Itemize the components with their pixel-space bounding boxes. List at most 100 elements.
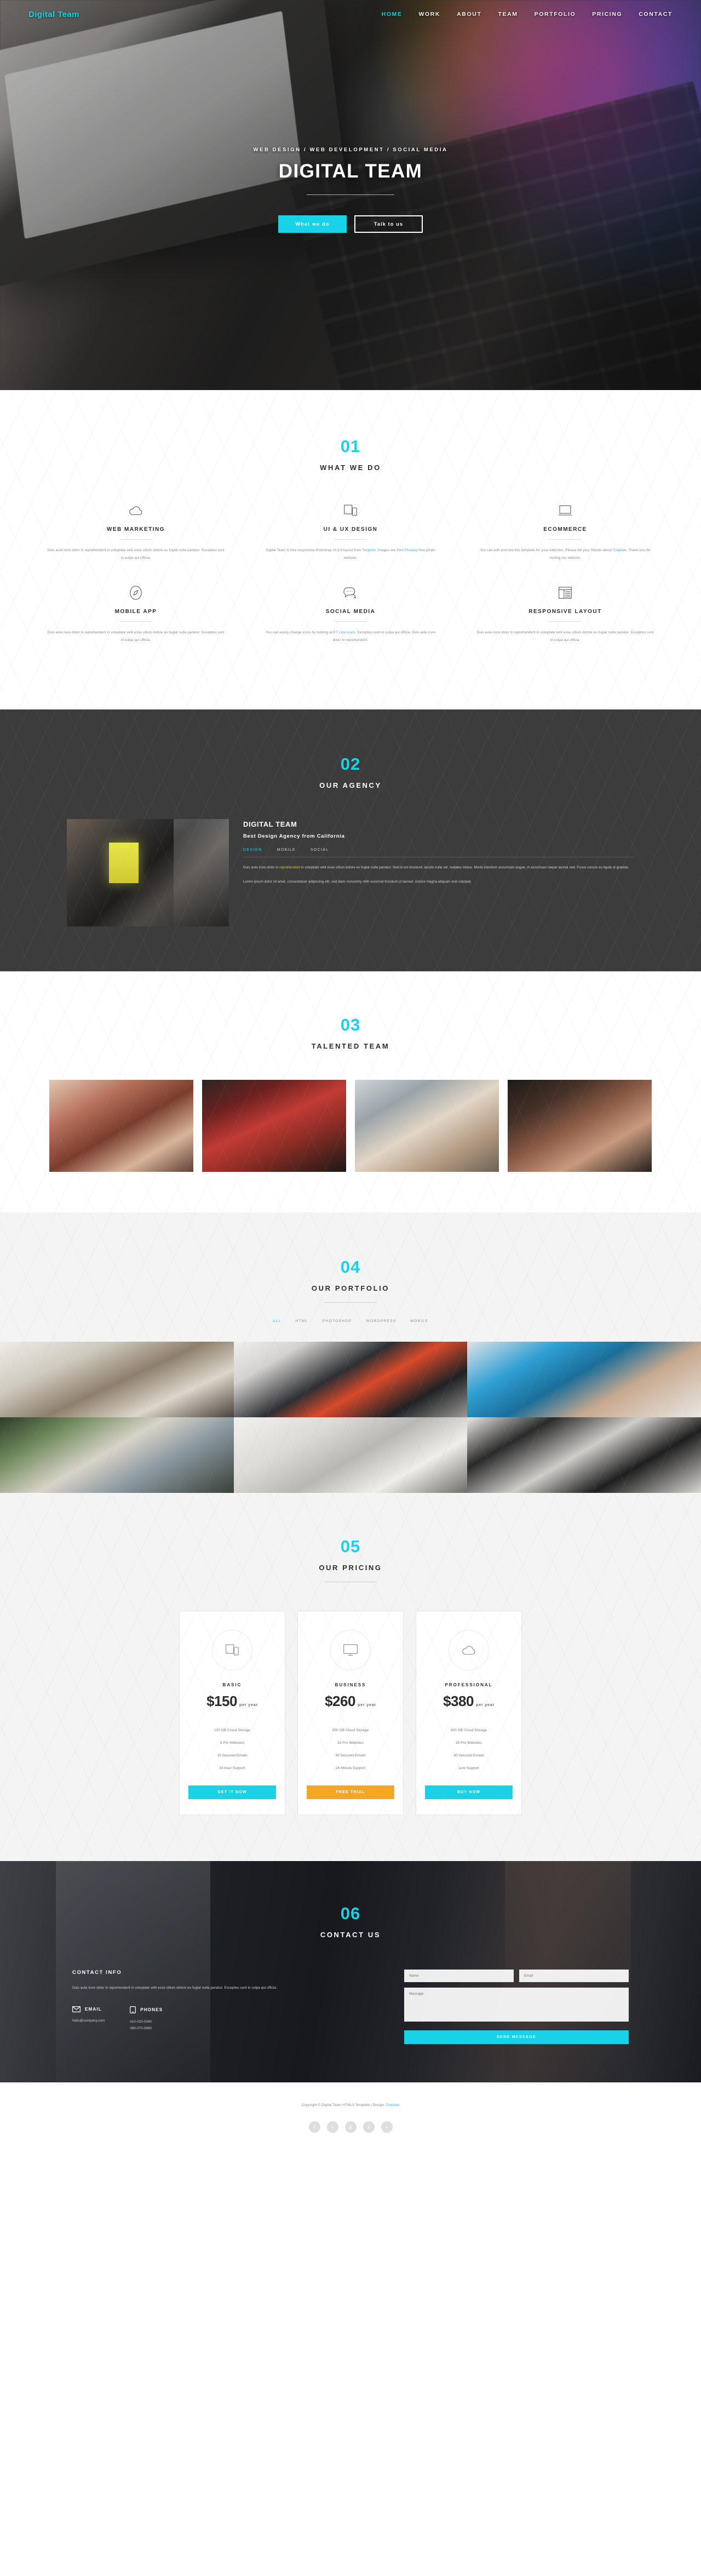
portfolio-item-5[interactable] — [233, 1417, 468, 1493]
contact-inner: 06 CONTACT US CONTACT INFO Duis aute iru… — [0, 1904, 701, 2045]
text-fragment: Duis aute irure dolor in reprehenderit i… — [47, 548, 225, 560]
nav-item-team[interactable]: TEAM — [498, 11, 518, 18]
portfolio-item-3[interactable] — [467, 1342, 701, 1418]
portfolio-item-6[interactable] — [467, 1417, 701, 1493]
what-we-do-button[interactable]: What we do — [278, 215, 347, 233]
section-title-talented-team: TALENTED TEAM — [311, 1042, 390, 1051]
nav-item-about[interactable]: ABOUT — [457, 11, 481, 18]
plan-name: BASIC — [222, 1682, 242, 1688]
email-value[interactable]: hello@company.com — [72, 2018, 105, 2024]
inline-link[interactable]: Pixabay — [405, 548, 418, 552]
service-card-2: UI & UX DESIGN Digital Team is free respo… — [243, 502, 458, 585]
plan-feature: 500 GB Cloud Storage — [332, 1728, 369, 1733]
agency-tab-design[interactable]: DESIGN — [243, 848, 262, 852]
plan-period: per year — [475, 1702, 495, 1708]
plan-button[interactable]: GET IT NOW — [188, 1785, 276, 1800]
nav-item-pricing[interactable]: PRICING — [592, 11, 622, 18]
plan-button[interactable]: FREE TRIAL — [307, 1785, 394, 1800]
plan-features: 500 GB Cloud Storage 24 Pro Websites 30 Se… — [307, 1724, 394, 1774]
site-logo[interactable]: Digital Team — [28, 10, 79, 19]
nav-item-contact[interactable]: CONTACT — [639, 11, 673, 18]
nav-links: HOME WORK ABOUT TEAM PORTFOLIO PRICING CONTACT — [382, 11, 673, 18]
agency-office-image — [67, 819, 229, 927]
portfolio-item-2[interactable] — [233, 1342, 468, 1418]
tumblr-icon[interactable]: t — [381, 2121, 393, 2133]
email-input[interactable] — [519, 1970, 629, 1983]
inline-link[interactable]: ET Line Icons — [334, 631, 355, 634]
portfolio-item-4[interactable] — [0, 1417, 234, 1493]
team-member-1[interactable] — [45, 1080, 198, 1172]
copyright-text: Copyright © Digital Team HTML5 Template … — [0, 2103, 701, 2107]
portfolio-divider — [324, 1302, 377, 1303]
service-divider — [334, 621, 367, 622]
contact-form: SEND MESSAGE — [404, 1970, 629, 2045]
nav-item-home[interactable]: HOME — [382, 11, 403, 18]
talk-to-us-button[interactable]: Talk to us — [354, 215, 423, 233]
service-description: Duis aute irure dolor in reprehenderit i… — [476, 629, 654, 644]
instagram-icon[interactable]: i — [363, 2121, 375, 2133]
plan-feature: 40 Secured Emails — [453, 1754, 484, 1758]
plan-feature: 30 Secured Emails — [335, 1754, 366, 1758]
hero-subtitle: WEB DESIGN / WEB DEVELOPMENT / SOCIAL ME… — [253, 147, 448, 153]
plan-button[interactable]: BUY NOW — [425, 1785, 513, 1800]
portfolio-filter-photoshop[interactable]: PHOTOSHOP — [323, 1319, 352, 1323]
phone-icon — [130, 2006, 136, 2013]
phones-value: 010-020-0340 060-070-0890 — [130, 2019, 163, 2032]
pricing-card-basic: BASIC $150 per year 100 GB Cloud Storage 5 P… — [179, 1611, 285, 1816]
service-title: RESPONSIVE LAYOUT — [528, 609, 602, 615]
plan-feature: Live Support — [458, 1766, 479, 1771]
portfolio-filter-html[interactable]: HTML — [296, 1319, 308, 1323]
plan-feature: 900 GB Cloud Storage — [450, 1728, 487, 1733]
text-fragment: . Images are from — [376, 548, 405, 552]
team-member-2[interactable] — [198, 1080, 350, 1172]
inline-link[interactable]: Tooplate — [362, 548, 376, 552]
twitter-icon[interactable]: t — [326, 2121, 338, 2133]
contact-info-items: EMAIL hello@company.com PHONES 010-020-0… — [72, 2006, 382, 2032]
nav-item-work[interactable]: WORK — [418, 11, 440, 18]
hero-content: WEB DESIGN / WEB DEVELOPMENT / SOCIAL ME… — [0, 147, 701, 233]
section-title-contact-us: CONTACT US — [320, 1931, 381, 1939]
contact-email-block: EMAIL hello@company.com — [72, 2006, 105, 2032]
service-title: MOBILE APP — [114, 609, 157, 615]
agency-tab-social[interactable]: SOCIAL — [311, 848, 329, 852]
section-number-05: 05 — [340, 1537, 361, 1556]
service-divider — [334, 539, 367, 540]
member-photo — [49, 1080, 193, 1172]
inline-link[interactable]: Tooplate — [613, 548, 627, 552]
portfolio-filter-wordpress[interactable]: WORDPRESS — [366, 1319, 396, 1323]
plan-period: per year — [239, 1702, 258, 1708]
plan-features: 900 GB Cloud Storage 28 Pro Websites 40 Se… — [425, 1724, 513, 1774]
section-number-04: 04 — [340, 1257, 361, 1277]
plan-name: BUSINESS — [335, 1682, 366, 1688]
portfolio-filter-mobile[interactable]: MOBILE — [410, 1319, 428, 1323]
plan-price: $260 per year — [325, 1693, 376, 1710]
tooplate-link[interactable]: Tooplate — [386, 2103, 400, 2107]
nav-item-portfolio[interactable]: PORTFOLIO — [535, 11, 576, 18]
message-textarea[interactable] — [404, 1988, 629, 2022]
send-message-button[interactable]: SEND MESSAGE — [404, 2030, 629, 2045]
portfolio-header: 04 OUR PORTFOLIO ALL HTML PHOTOSHOP WORDPRE… — [0, 1257, 701, 1342]
service-card-4: MOBILE APP Duis aute irure dolor in repre… — [28, 585, 243, 667]
service-divider — [119, 621, 152, 622]
plan-features: 100 GB Cloud Storage 5 Pro Websites 10 Sec… — [188, 1724, 276, 1774]
section-title-our-agency: OUR AGENCY — [319, 781, 382, 790]
team-member-3[interactable] — [350, 1080, 503, 1172]
portfolio-filter-all[interactable]: ALL — [273, 1319, 281, 1323]
portfolio-section: 04 OUR PORTFOLIO ALL HTML PHOTOSHOP WORDPRE… — [0, 1212, 701, 1493]
text-fragment: You can edit and use this template for y… — [480, 548, 613, 552]
pricing-card-professional: PROFESSIONAL $380 per year 900 GB Cloud Sto… — [416, 1611, 522, 1816]
google-plus-icon[interactable]: g — [344, 2121, 357, 2133]
site-footer: Copyright © Digital Team HTML5 Template … — [0, 2082, 701, 2152]
section-title-our-pricing: OUR PRICING — [319, 1564, 382, 1572]
service-title: UI & UX DESIGN — [323, 526, 378, 533]
agency-content-row: DIGITAL TEAM Best Design Agency from Cal… — [28, 819, 673, 927]
team-member-4[interactable] — [503, 1080, 656, 1172]
portfolio-item-1[interactable] — [0, 1342, 234, 1418]
contact-phones-block: PHONES 010-020-0340 060-070-0890 — [130, 2006, 163, 2032]
section-title-what-we-do: WHAT WE DO — [320, 463, 381, 472]
agency-tab-mobile[interactable]: MOBILE — [277, 848, 296, 852]
team-members-row — [28, 1080, 673, 1172]
facebook-icon[interactable]: f — [308, 2121, 320, 2133]
name-input[interactable] — [404, 1970, 514, 1983]
contact-content-row: CONTACT INFO Duis aute irure dolor in re… — [28, 1970, 673, 2045]
